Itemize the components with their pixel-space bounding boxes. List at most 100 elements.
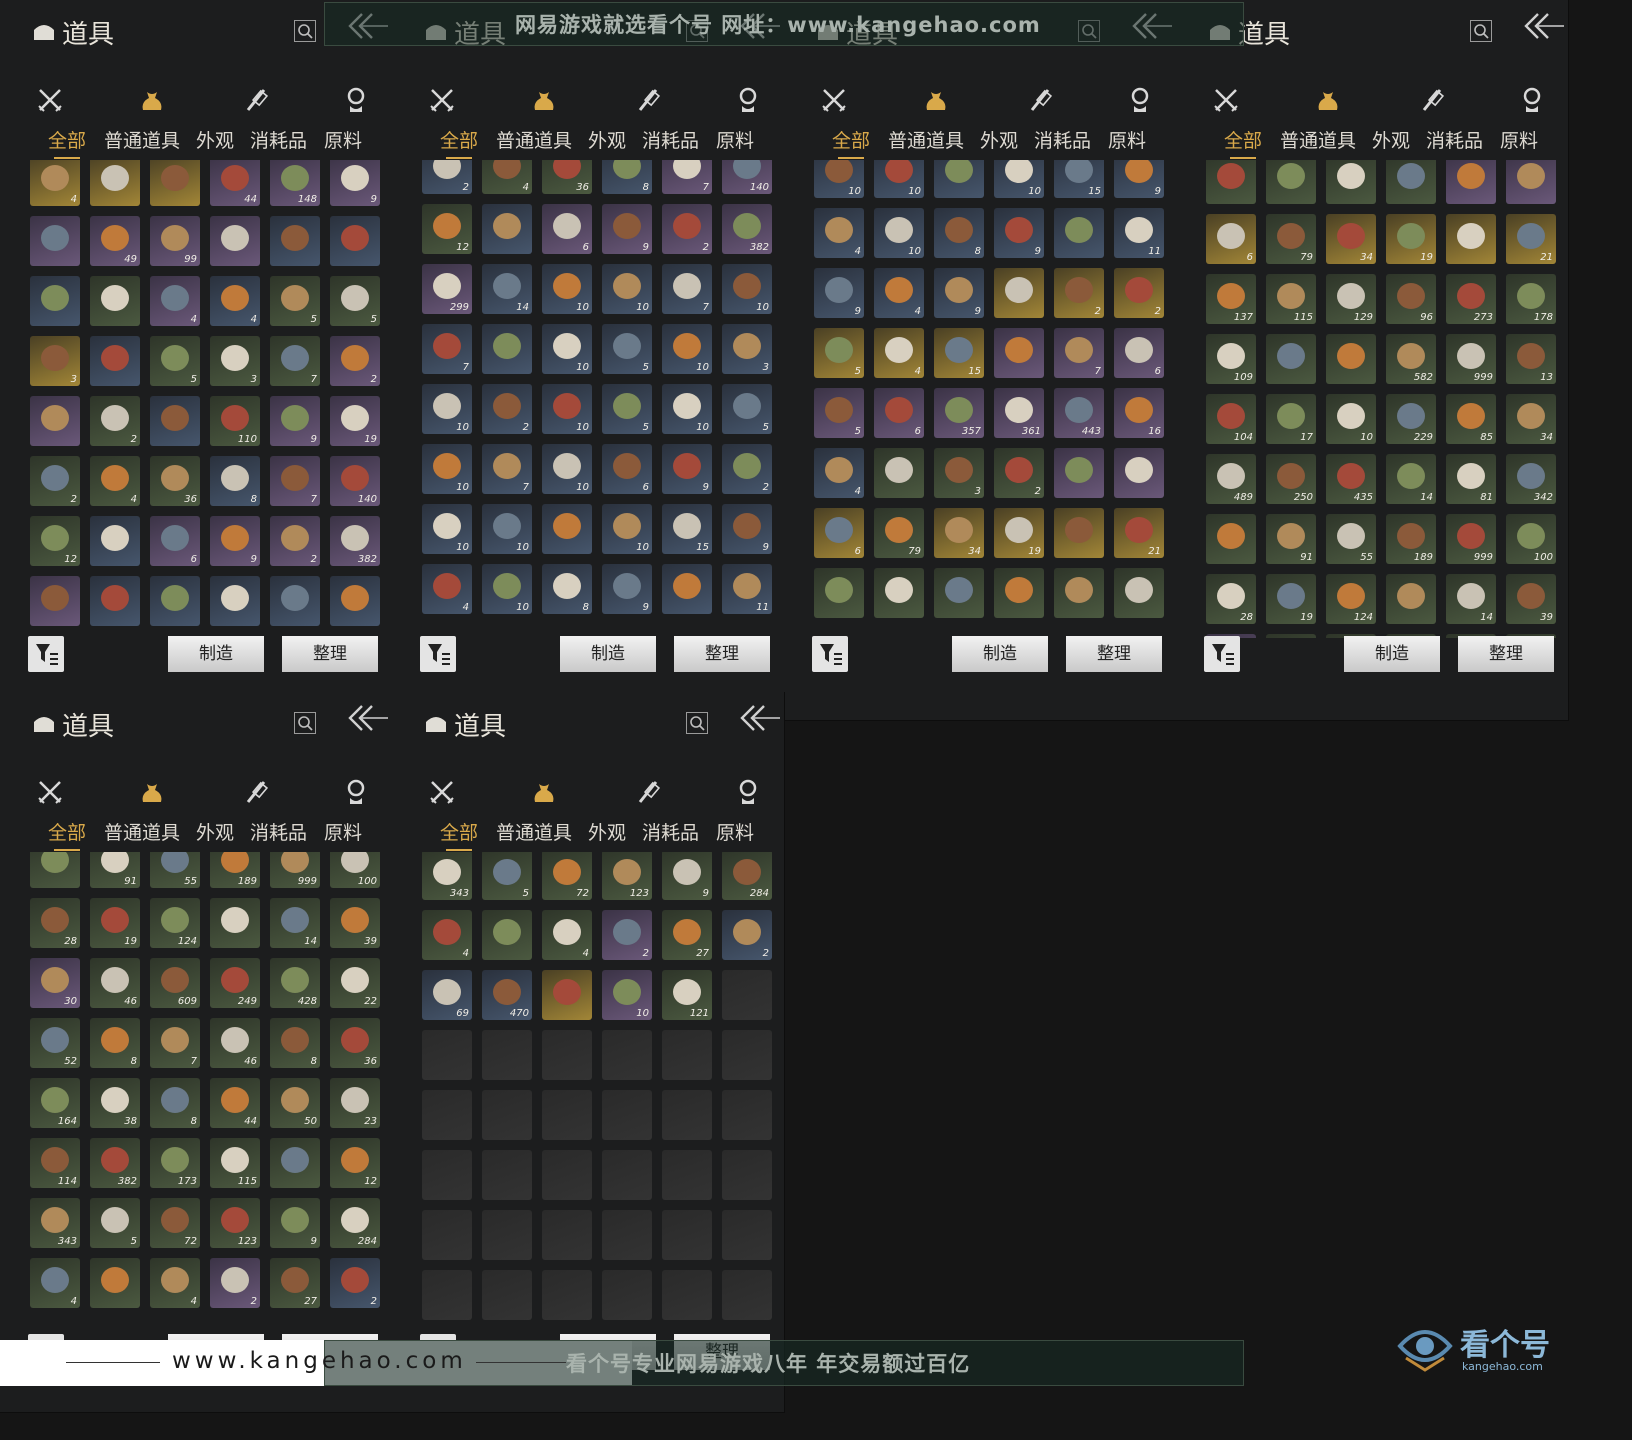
item-slot[interactable] — [90, 276, 140, 326]
item-slot[interactable]: 10 — [482, 504, 532, 554]
item-slot[interactable] — [542, 1030, 592, 1080]
item-slot[interactable]: 2 — [662, 204, 712, 254]
item-slot[interactable]: 124 — [1326, 574, 1376, 624]
item-slot[interactable] — [482, 1150, 532, 1200]
item-slot[interactable]: 4 — [210, 276, 260, 326]
item-slot[interactable] — [542, 1150, 592, 1200]
item-slot[interactable]: 36 — [150, 456, 200, 506]
item-slot[interactable]: 39 — [1506, 574, 1556, 624]
item-slot[interactable]: 21 — [1506, 214, 1556, 264]
item-slot[interactable]: 140 — [330, 456, 380, 506]
item-slot[interactable]: 2 — [1114, 268, 1164, 318]
item-slot[interactable]: 250 — [1266, 454, 1316, 504]
item-slot[interactable]: 999 — [270, 852, 320, 888]
sort-button[interactable]: 整理 — [1458, 636, 1554, 672]
item-slot[interactable] — [1266, 334, 1316, 384]
item-slot[interactable]: 4 — [874, 328, 924, 378]
gem-icon[interactable] — [342, 86, 370, 114]
item-slot[interactable] — [722, 1270, 772, 1320]
item-slot[interactable]: 34 — [934, 508, 984, 558]
item-slot[interactable]: 361 — [994, 388, 1044, 438]
item-slot[interactable]: 382 — [722, 204, 772, 254]
item-slot[interactable]: 10 — [602, 970, 652, 1020]
item-slot[interactable]: 6 — [1206, 214, 1256, 264]
tab-1[interactable]: 普通道具 — [104, 126, 180, 153]
item-slot[interactable]: 38 — [90, 1078, 140, 1128]
item-slot[interactable]: 104 — [1206, 394, 1256, 444]
item-slot[interactable] — [1114, 448, 1164, 498]
item-slot[interactable] — [422, 1030, 472, 1080]
item-slot[interactable]: 2 — [30, 456, 80, 506]
tab-2[interactable]: 外观 — [1372, 126, 1410, 153]
item-slot[interactable]: 129 — [1326, 274, 1376, 324]
item-slot[interactable]: 14 — [1386, 454, 1436, 504]
item-slot[interactable] — [482, 1270, 532, 1320]
item-slot[interactable] — [602, 1090, 652, 1140]
item-slot[interactable]: 12 — [30, 516, 80, 566]
item-slot[interactable] — [1506, 160, 1556, 204]
item-slot[interactable]: 16 — [1114, 388, 1164, 438]
item-slot[interactable]: 11 — [722, 564, 772, 614]
item-slot[interactable]: 5 — [722, 384, 772, 434]
item-slot[interactable]: 30 — [30, 958, 80, 1008]
tab-1[interactable]: 普通道具 — [496, 126, 572, 153]
item-slot[interactable]: 10 — [722, 264, 772, 314]
item-slot[interactable]: 39 — [330, 898, 380, 948]
item-slot[interactable] — [1054, 448, 1104, 498]
make-button[interactable]: 制造 — [168, 636, 264, 672]
item-slot[interactable]: 79 — [874, 508, 924, 558]
item-slot[interactable] — [934, 568, 984, 618]
item-slot[interactable]: 9 — [934, 268, 984, 318]
sort-button[interactable]: 整理 — [1066, 636, 1162, 672]
item-slot[interactable] — [1326, 334, 1376, 384]
item-slot[interactable] — [1206, 514, 1256, 564]
tab-3[interactable]: 消耗品 — [250, 818, 307, 845]
tab-2[interactable]: 外观 — [588, 126, 626, 153]
item-slot[interactable]: 14 — [482, 264, 532, 314]
item-slot[interactable]: 7 — [270, 456, 320, 506]
item-slot[interactable]: 8 — [602, 160, 652, 194]
search-icon[interactable] — [294, 712, 316, 734]
item-slot[interactable]: 9 — [270, 396, 320, 446]
item-slot[interactable]: 5 — [270, 276, 320, 326]
item-slot[interactable]: 3 — [30, 336, 80, 386]
item-slot[interactable]: 7 — [662, 264, 712, 314]
tab-2[interactable]: 外观 — [980, 126, 1018, 153]
item-slot[interactable]: 34 — [1326, 214, 1376, 264]
tab-2[interactable]: 外观 — [196, 818, 234, 845]
item-slot[interactable] — [270, 576, 320, 626]
item-slot[interactable] — [722, 1030, 772, 1080]
item-slot[interactable] — [90, 516, 140, 566]
item-slot[interactable] — [934, 160, 984, 198]
item-slot[interactable]: 7 — [662, 160, 712, 194]
item-slot[interactable]: 3 — [934, 448, 984, 498]
item-slot[interactable]: 5 — [814, 388, 864, 438]
item-slot[interactable]: 357 — [934, 388, 984, 438]
item-slot[interactable] — [1386, 160, 1436, 204]
item-slot[interactable]: 19 — [330, 396, 380, 446]
item-slot[interactable]: 72 — [150, 1198, 200, 1248]
item-slot[interactable]: 19 — [1386, 214, 1436, 264]
back-arrows-icon[interactable] — [344, 700, 390, 736]
back-arrows-icon[interactable] — [736, 700, 782, 736]
item-slot[interactable]: 28 — [1206, 574, 1256, 624]
item-slot[interactable]: 10 — [662, 384, 712, 434]
item-slot[interactable]: 10 — [542, 384, 592, 434]
item-slot[interactable] — [482, 324, 532, 374]
item-slot[interactable]: 2 — [90, 396, 140, 446]
item-slot[interactable]: 4 — [814, 208, 864, 258]
item-slot[interactable]: 173 — [150, 1138, 200, 1188]
item-slot[interactable]: 9 — [814, 268, 864, 318]
make-button[interactable]: 制造 — [952, 636, 1048, 672]
item-slot[interactable]: 85 — [1446, 394, 1496, 444]
tab-0[interactable]: 全部 — [48, 126, 86, 159]
item-slot[interactable]: 10 — [814, 160, 864, 198]
item-slot[interactable]: 343 — [422, 852, 472, 900]
item-slot[interactable]: 69 — [422, 970, 472, 1020]
item-slot[interactable]: 428 — [270, 958, 320, 1008]
tab-3[interactable]: 消耗品 — [1034, 126, 1091, 153]
tab-3[interactable]: 消耗品 — [1426, 126, 1483, 153]
item-slot[interactable]: 96 — [1386, 274, 1436, 324]
item-slot[interactable]: 8 — [150, 1078, 200, 1128]
item-slot[interactable]: 4 — [542, 910, 592, 960]
